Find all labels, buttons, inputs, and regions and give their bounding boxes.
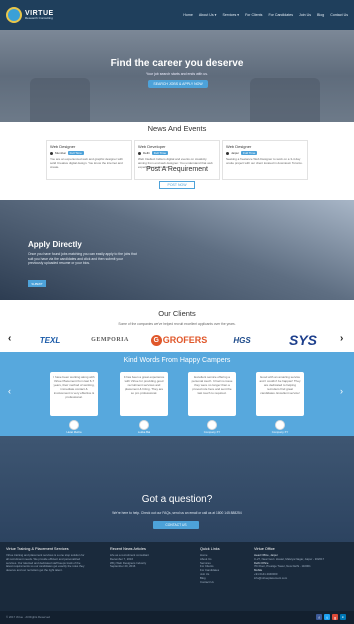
news-card-title: Web Designer: [226, 144, 252, 149]
testimonial-text: Good with an amazing service and I could…: [259, 375, 301, 395]
news-card-title: Web Developer: [138, 144, 166, 149]
apply-title: Apply Directly: [28, 240, 82, 249]
linkedin-icon[interactable]: in: [340, 614, 346, 620]
testimonials-title: Kind Words From Happy Campers: [123, 357, 231, 364]
avatar: [207, 420, 217, 430]
client-logo-sys: SYS: [288, 332, 317, 348]
main-nav: Home About Us ▾ Services ▾ For Clients F…: [183, 13, 348, 17]
hero-banner: Find the career you deserve Your job sea…: [0, 30, 354, 122]
logo[interactable]: VIRTUE Research Consulting: [6, 7, 54, 23]
news-card-location: Delhi: [143, 151, 150, 155]
logo-icon: [6, 7, 22, 23]
site-header: VIRTUE Research Consulting Home About Us…: [0, 0, 354, 30]
apply-text: Once you have found jobs matching you ca…: [28, 252, 137, 265]
nav-about[interactable]: About Us ▾: [199, 13, 217, 17]
testimonial-card: Good with an amazing service and I could…: [256, 372, 304, 416]
news-card-location: Jaipur: [231, 151, 240, 155]
avatar: [275, 420, 285, 430]
testimonial-author: Company XY: [203, 430, 221, 434]
news-section-title: News And Events: [147, 124, 207, 133]
avatar: [69, 420, 79, 430]
social-links: f t g in: [316, 614, 346, 620]
logo-subtitle: Research Consulting: [25, 16, 53, 20]
office-email[interactable]: info@virtueplacement.com: [254, 576, 348, 581]
news-card[interactable]: Web Designer Jaipur Full Time Seeking a …: [222, 140, 308, 180]
job-type-badge: Full Time: [241, 151, 258, 155]
carousel-next-arrow[interactable]: ›: [340, 333, 343, 344]
testimonial-card: Excellent service offering a personal to…: [188, 372, 236, 416]
nav-join[interactable]: Join Us: [299, 13, 311, 17]
question-section: Got a question? We're here to help. Chec…: [0, 436, 354, 542]
news-card-title: Web Designer: [50, 144, 76, 149]
contact-us-button[interactable]: CONTACT US: [153, 521, 199, 529]
hero-background-figure: [30, 78, 90, 122]
nav-contact[interactable]: Contact Us: [330, 13, 348, 17]
twitter-icon[interactable]: t: [324, 614, 330, 620]
news-card-location: Mumbai: [55, 151, 66, 155]
grofers-mark-icon: G: [150, 334, 162, 346]
testimonial-text: Excellent service offering a personal to…: [191, 375, 233, 395]
footer-quick-links: Quick Links Home About Us Services For C…: [200, 547, 240, 584]
job-type-badge: Full Time: [151, 151, 169, 155]
footer-heading: Quick Links: [200, 547, 220, 551]
nav-home[interactable]: Home: [183, 13, 193, 17]
post-now-button[interactable]: POST NOW: [159, 181, 195, 189]
footer-heading: Virtue Office: [254, 547, 275, 551]
testimonial-text: I have been working along with Virtue Pl…: [53, 375, 95, 399]
carousel-prev-arrow[interactable]: ‹: [8, 333, 11, 344]
nav-clients[interactable]: For Clients: [245, 13, 262, 17]
hero-subtitle: Your job search starts and ends with us.: [146, 72, 208, 76]
location-icon: [138, 151, 141, 155]
post-requirement-title: Post A Requirement: [146, 166, 208, 173]
nav-blog[interactable]: Blog: [317, 13, 324, 17]
location-icon: [226, 151, 229, 155]
footer-about: Virtue Training & Placement Services Vir…: [6, 547, 86, 573]
submit-button[interactable]: SUBMIT: [28, 280, 46, 287]
clients-subtitle: Some of the companies we've helped recru…: [118, 322, 236, 326]
client-logo-texl: TEXL: [39, 335, 61, 345]
footer-link-contact[interactable]: Contact Us: [200, 580, 240, 585]
testimonial-author: Lukka Bai: [137, 430, 151, 434]
footer-heading: Virtue Training & Placement Services: [6, 547, 69, 551]
footer-about-text: Virtue training and placement services i…: [6, 553, 85, 573]
facebook-icon[interactable]: f: [316, 614, 322, 620]
footer-heading: Recent News Articles: [110, 547, 146, 551]
job-type-badge: Full Time: [67, 151, 84, 155]
news-card[interactable]: Web Developer Delhi Full Time Web Intell…: [134, 140, 220, 180]
news-card-text: Seeking a freelance Web Designer to work…: [226, 157, 303, 165]
testimonial-author: Hetal Mehta: [66, 430, 82, 434]
avatar: [139, 420, 149, 430]
testimonial-author: Company XY: [271, 430, 289, 434]
search-jobs-button[interactable]: SEARCH JOBS & APPLY NOW: [148, 80, 208, 88]
client-name-grofers: GROFERS: [162, 335, 208, 345]
location-icon: [50, 151, 53, 155]
news-card[interactable]: Web Designer Mumbai Full Time You are an…: [46, 140, 132, 180]
clients-title: Our Clients: [158, 309, 196, 318]
client-logo-grofers: G GROFERS: [147, 332, 211, 348]
footer-news-date: September 20, 2016: [110, 564, 136, 569]
testimonial-text: It has been a great experience with Virt…: [123, 375, 165, 395]
apply-section: Apply Directly Once you have found jobs …: [0, 200, 354, 300]
client-logo-hgs: HGS: [233, 335, 251, 345]
footer-bottom-bar: © 2017 Virtue · All Rights Reserved f t …: [0, 611, 354, 624]
testimonial-card: I have been working along with Virtue Pl…: [50, 372, 98, 416]
footer-office: Virtue Office Head Office, Jaipur C-27, …: [254, 547, 348, 581]
hero-title: Find the career you deserve: [110, 58, 244, 69]
nav-candidates[interactable]: For Candidates: [268, 13, 293, 17]
nav-services[interactable]: Services ▾: [222, 13, 239, 17]
testimonial-card: It has been a great experience with Virt…: [120, 372, 168, 416]
googleplus-icon[interactable]: g: [332, 614, 338, 620]
question-title: Got a question?: [141, 494, 213, 505]
testimonial-next-arrow[interactable]: ›: [340, 386, 343, 396]
footer-news: Recent News Articles Life as a recruitme…: [110, 547, 180, 569]
testimonials-section: Kind Words From Happy Campers ‹ › I have…: [0, 352, 354, 436]
question-subtitle: We're here to help. Check out our FAQs, …: [112, 511, 242, 515]
testimonial-prev-arrow[interactable]: ‹: [8, 386, 11, 396]
hero-background-figure: [250, 78, 320, 122]
copyright-text: © 2017 Virtue · All Rights Reserved: [6, 615, 50, 619]
client-logo-gemporia: GEMPORIA: [91, 337, 129, 343]
